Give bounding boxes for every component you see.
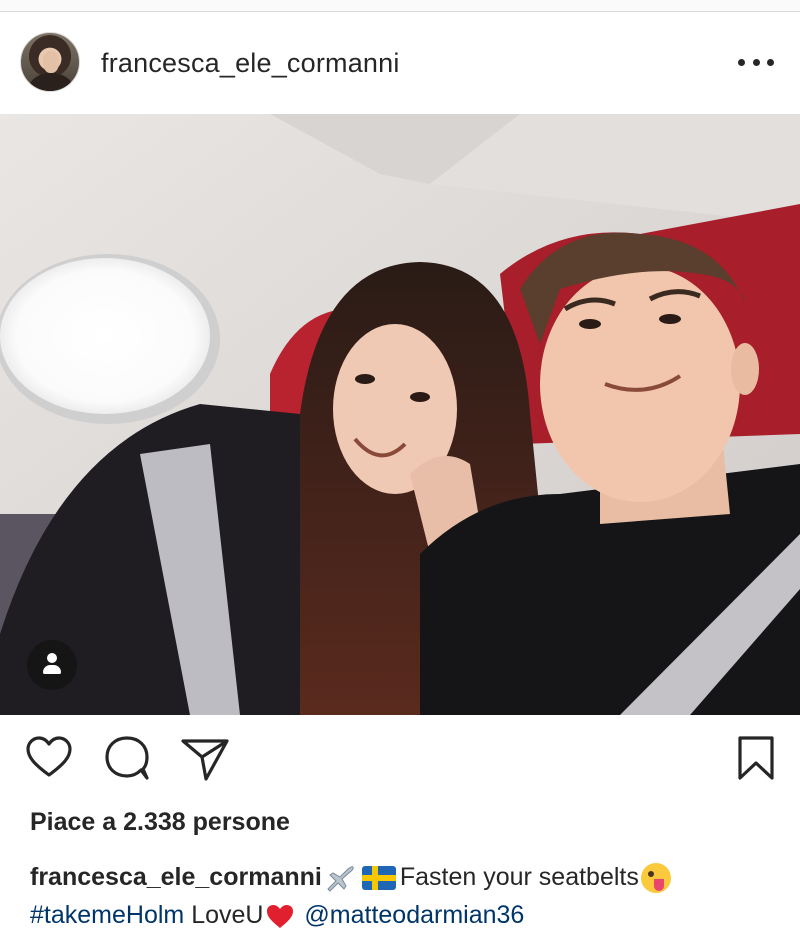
action-bar: [0, 733, 800, 793]
more-options-icon[interactable]: [738, 52, 774, 72]
share-icon[interactable]: [180, 733, 230, 783]
post-caption: francesca_ele_cormanni Fasten your seatbe…: [30, 858, 790, 934]
user-tag-icon[interactable]: [27, 640, 77, 690]
post-header: francesca_ele_cormanni: [0, 12, 800, 114]
likes-count[interactable]: Piace a 2.338 persone: [30, 808, 290, 837]
comment-icon[interactable]: [103, 733, 153, 783]
post-photo[interactable]: [0, 114, 800, 715]
heart-icon[interactable]: [24, 733, 74, 783]
red-heart-emoji-icon: [266, 903, 294, 929]
likes-number: 2.338: [123, 808, 186, 836]
sweden-flag-emoji-icon: [361, 866, 396, 891]
caption-text: Fasten your seatbelts: [399, 863, 639, 891]
caption-hashtag[interactable]: #takemeHolm: [30, 901, 184, 929]
avatar[interactable]: [20, 32, 80, 92]
bookmark-icon[interactable]: [731, 733, 781, 783]
status-strip: [0, 0, 800, 12]
caption-mention[interactable]: @matteodarmian36: [304, 901, 524, 929]
caption-love-text: LoveU: [191, 901, 264, 929]
likes-suffix: persone: [192, 808, 290, 836]
airplane-emoji-icon: [324, 863, 356, 893]
post-username[interactable]: francesca_ele_cormanni: [101, 48, 400, 79]
likes-prefix: Piace a: [30, 808, 117, 836]
winking-tongue-emoji-icon: [640, 863, 671, 894]
caption-username[interactable]: francesca_ele_cormanni: [30, 863, 322, 891]
